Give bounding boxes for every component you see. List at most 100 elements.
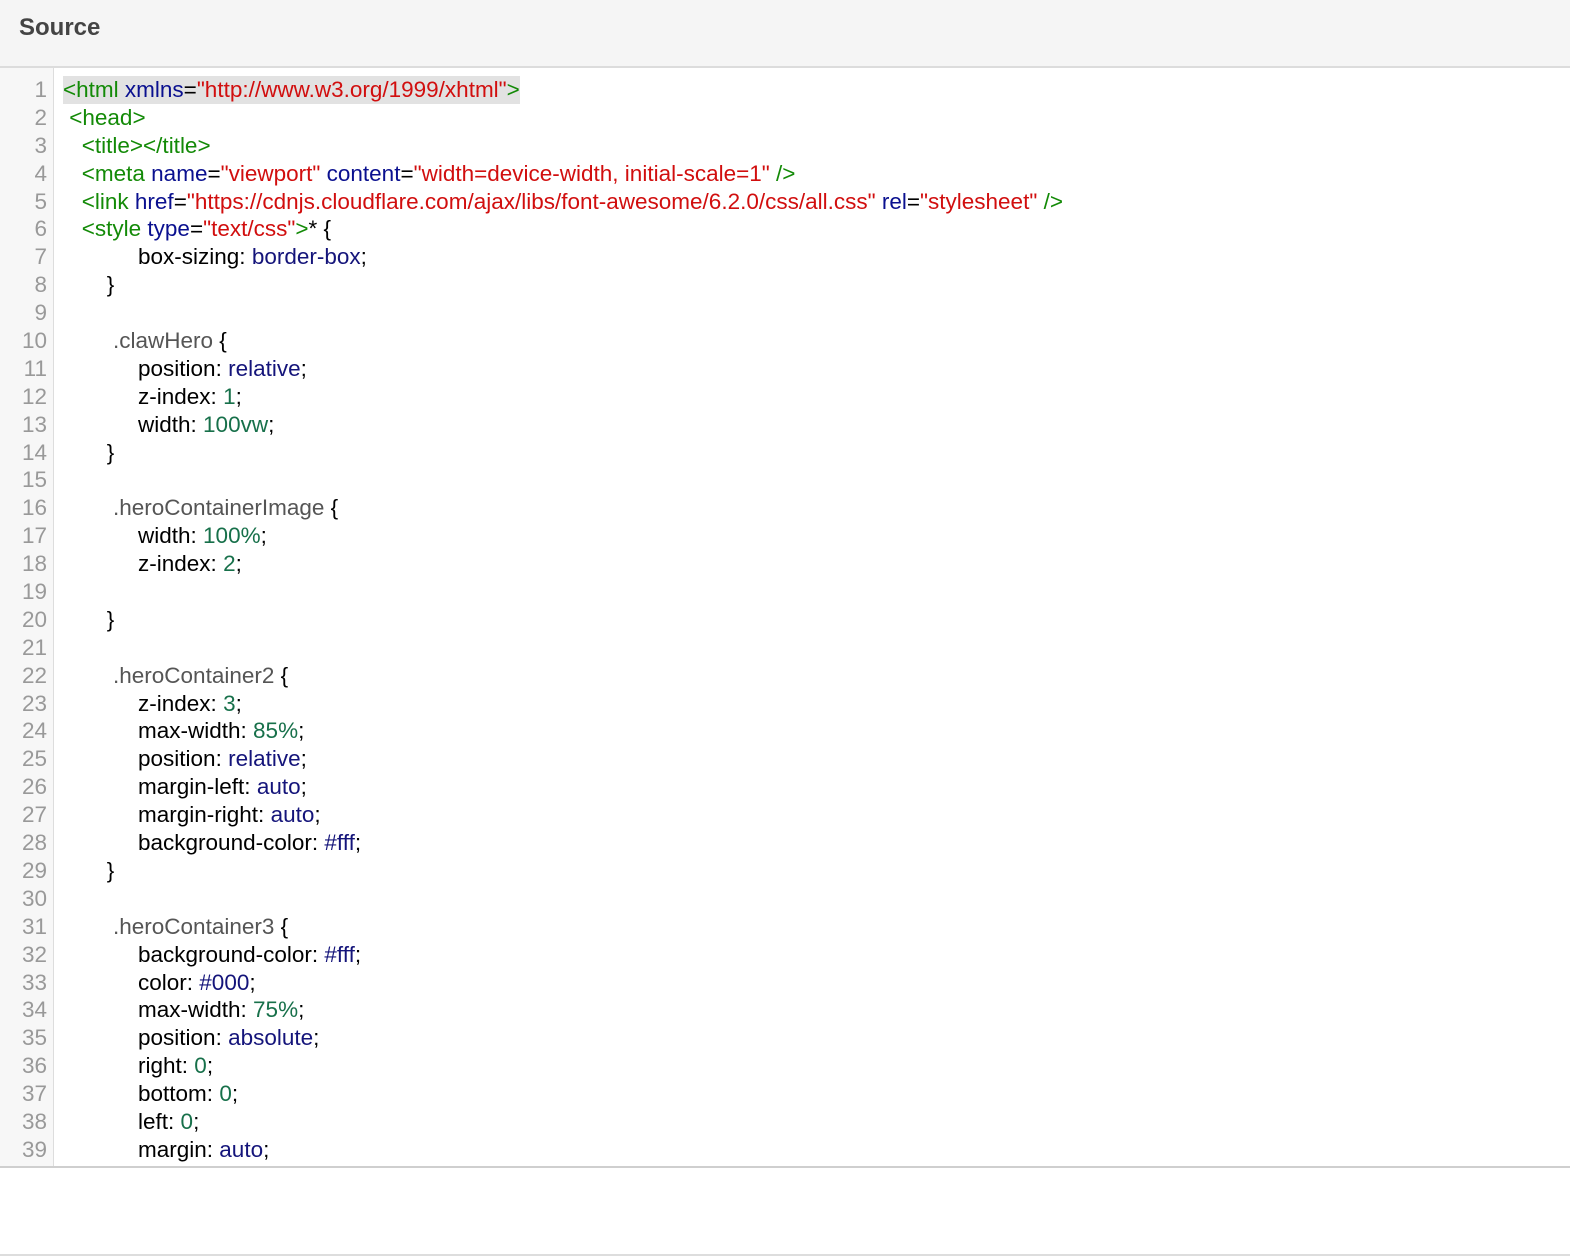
code-token: ; [360, 244, 367, 270]
code-token: auto [270, 802, 315, 828]
code-token: .clawHero [63, 328, 214, 354]
code-token: rel [881, 188, 907, 214]
code-token: { [324, 495, 339, 521]
code-text: z-index: 1; [63, 383, 242, 411]
code-token: ; [268, 411, 275, 437]
code-line: 32 background-color: #fff; [0, 941, 1570, 969]
code-line: 13 width: 100vw; [0, 411, 1570, 439]
code-token: 75% [253, 997, 299, 1023]
line-number: 24 [21, 718, 47, 744]
line-number: 26 [21, 774, 47, 800]
line-number: 4 [34, 160, 47, 186]
code-token: ; [300, 746, 307, 772]
code-line: 3 <title></title> [0, 132, 1570, 160]
line-number: 10 [21, 328, 47, 354]
line-number: 23 [21, 690, 47, 716]
code-token: <title></title> [63, 132, 211, 158]
code-token: content [326, 160, 401, 186]
code-line: 22 .heroContainer2 { [0, 662, 1570, 690]
code-text: position: relative; [63, 355, 307, 383]
code-line: 8 } [0, 271, 1570, 299]
code-token: name [151, 160, 208, 186]
code-token: 3 [223, 690, 236, 716]
code-token: <meta [63, 160, 152, 186]
code-text: } [63, 271, 115, 299]
code-token: border-box [251, 244, 361, 270]
code-token: margin: [63, 1136, 220, 1162]
code-line: 36 right: 0; [0, 1052, 1570, 1080]
code-token: right: [63, 1053, 195, 1079]
code-text: <html xmlns="http://www.w3.org/1999/xhtm… [63, 76, 520, 104]
code-token: type [147, 216, 190, 242]
line-number: 39 [21, 1136, 47, 1162]
code-token: ; [193, 1108, 200, 1134]
code-line: 14 } [0, 439, 1570, 467]
code-text: <meta name="viewport" content="width=dev… [63, 160, 796, 188]
code-token: { [213, 328, 227, 354]
code-token: href [134, 188, 174, 214]
code-text: bottom: 0; [63, 1080, 238, 1108]
code-text: box-sizing: border-box; [63, 243, 367, 271]
code-line: 12 z-index: 1; [0, 383, 1570, 411]
code-token: ; [206, 1053, 214, 1079]
code-line: 11 position: relative; [0, 355, 1570, 383]
line-number: 34 [21, 997, 47, 1023]
code-text: .clawHero { [63, 327, 227, 355]
code-token: 1 [223, 383, 236, 409]
code-text: position: relative; [63, 745, 307, 773]
line-number: 6 [34, 216, 47, 242]
code-token: max-width: [63, 718, 254, 744]
code-text: .heroContainer2 { [63, 662, 288, 690]
code-token: auto [256, 774, 301, 800]
line-number: 31 [21, 913, 47, 939]
code-token: 85% [253, 718, 299, 744]
line-number: 16 [21, 495, 47, 521]
code-line: 7 box-sizing: border-box; [0, 243, 1570, 271]
code-token: #fff [324, 941, 355, 967]
line-number: 12 [21, 383, 47, 409]
code-line: 33 color: #000; [0, 969, 1570, 997]
code-token: ; [298, 718, 305, 744]
code-token: position: [63, 1025, 229, 1051]
code-line: 27 margin-right: auto; [0, 801, 1570, 829]
code-token: 2 [223, 551, 236, 577]
code-token: ; [354, 941, 362, 967]
code-line: 34 max-width: 75%; [0, 996, 1570, 1024]
code-line: 21 [0, 634, 1570, 662]
code-token: ; [260, 523, 267, 549]
line-number: 3 [34, 132, 47, 158]
line-number: 13 [21, 411, 47, 437]
code-text: color: #000; [63, 969, 256, 997]
line-number: 22 [21, 662, 47, 688]
code-line: 15 [0, 466, 1570, 494]
line-number: 35 [21, 1025, 47, 1051]
code-line: 23 z-index: 3; [0, 690, 1570, 718]
code-token: z-index: [63, 383, 224, 409]
code-token: { [274, 913, 289, 939]
code-text: max-width: 75%; [63, 996, 304, 1024]
code-token: = [183, 77, 197, 102]
panel-footer [0, 1168, 1570, 1256]
code-token: .heroContainer3 [63, 913, 275, 939]
line-number: 7 [34, 244, 47, 270]
line-number: 33 [21, 969, 47, 995]
code-token: background-color: [63, 830, 325, 856]
code-text: } [63, 857, 115, 885]
line-number: 28 [21, 830, 47, 856]
code-text: } [63, 439, 115, 467]
code-line: 30 [0, 885, 1570, 913]
code-token: <style [63, 216, 148, 242]
code-line: 26 margin-left: auto; [0, 773, 1570, 801]
code-text: <title></title> [63, 132, 211, 160]
code-token: } [63, 439, 115, 465]
code-text: z-index: 3; [63, 690, 242, 718]
code-text: margin-left: auto; [63, 773, 307, 801]
code-token: z-index: [63, 690, 224, 716]
code-token: ; [300, 774, 307, 800]
code-token: ; [263, 1136, 270, 1162]
code-token: ; [314, 802, 321, 828]
code-token: = [189, 216, 204, 242]
code-token: .heroContainerImage [63, 495, 325, 521]
code-viewer[interactable]: 1 <html xmlns="http://www.w3.org/1999/xht… [0, 68, 1570, 1168]
code-token: 0 [194, 1053, 207, 1079]
